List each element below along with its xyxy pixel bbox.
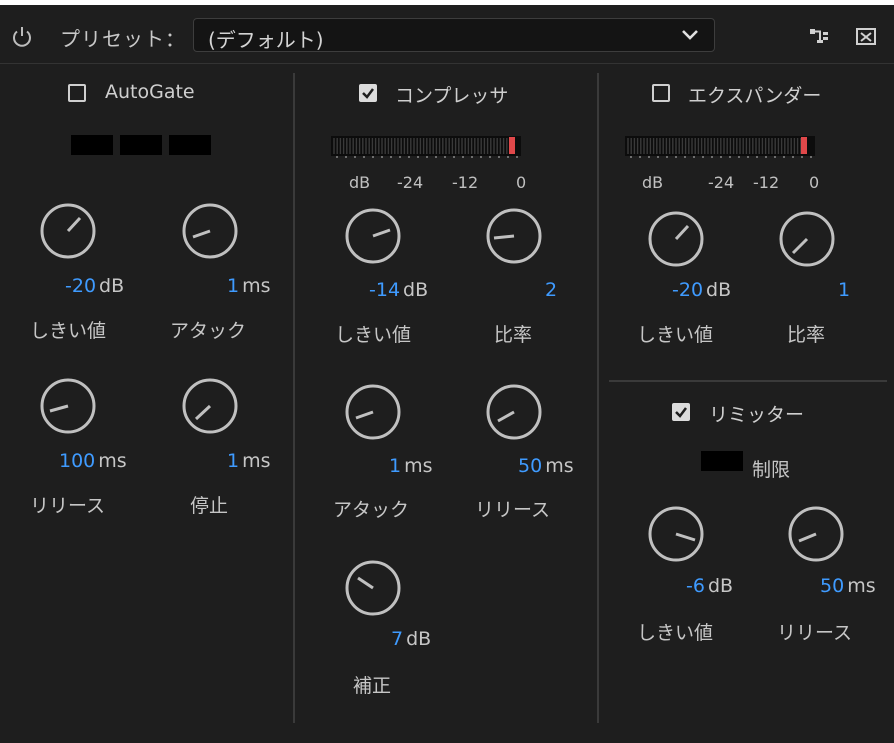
- expander-scale-12: -12: [753, 173, 780, 192]
- compressor-checkbox[interactable]: [359, 84, 377, 102]
- compressor-makeup-value[interactable]: 7 dB: [391, 628, 431, 650]
- autogate-attack-value[interactable]: 1 ms: [227, 275, 271, 297]
- limiter-release-value[interactable]: 50 ms: [820, 575, 876, 597]
- autogate-hold-label: 停止: [190, 495, 229, 517]
- dynamics-panel: プリセット： (デフォルト) AutoGate -20 dB しきい値 1 ms…: [0, 5, 894, 743]
- limiter-threshold-value[interactable]: -6 dB: [686, 575, 733, 597]
- compressor-threshold-value[interactable]: -14 dB: [369, 279, 428, 301]
- compressor-release-knob[interactable]: [486, 384, 542, 440]
- chevron-down-icon: [682, 30, 698, 40]
- compressor-scale-12: -12: [452, 173, 479, 192]
- limiter-title: リミッター: [709, 404, 805, 426]
- gate-indicator-1: [71, 135, 113, 155]
- compressor-scale-0: 0: [516, 173, 527, 192]
- expander-threshold-value[interactable]: -20 dB: [672, 279, 731, 301]
- autogate-release-value[interactable]: 100 ms: [59, 450, 127, 472]
- expander-scale-db: dB: [642, 173, 664, 192]
- compressor-attack-knob[interactable]: [345, 384, 401, 440]
- gate-indicator-2: [120, 135, 162, 155]
- compressor-attack-value[interactable]: 1 ms: [389, 455, 433, 477]
- autogate-hold-value[interactable]: 1 ms: [227, 450, 271, 472]
- autogate-hold-knob[interactable]: [182, 378, 238, 434]
- compressor-makeup-knob[interactable]: [345, 560, 401, 616]
- compressor-scale-24: -24: [397, 173, 424, 192]
- compressor-ratio-label: 比率: [494, 324, 533, 346]
- compressor-level-meter: [331, 136, 521, 158]
- limiter-release-label: リリース: [777, 622, 853, 644]
- autogate-title: AutoGate: [105, 81, 195, 103]
- compressor-scale-db: dB: [349, 173, 371, 192]
- limiter-threshold-label: しきい値: [637, 622, 714, 644]
- section-divider: [609, 380, 887, 382]
- limit-indicator: [701, 451, 743, 471]
- compressor-makeup-label: 補正: [353, 675, 392, 697]
- expander-ratio-label: 比率: [787, 324, 826, 346]
- preset-settings-icon[interactable]: [808, 25, 830, 47]
- compressor-ratio-knob[interactable]: [486, 208, 542, 264]
- preset-value: (デフォルト): [208, 28, 324, 52]
- expander-peak-marker: [801, 137, 807, 154]
- column-divider-1: [293, 73, 295, 723]
- limit-label: 制限: [752, 459, 791, 481]
- expander-checkbox[interactable]: [652, 84, 670, 102]
- autogate-threshold-knob[interactable]: [40, 203, 96, 259]
- expander-scale-0: 0: [809, 173, 820, 192]
- autogate-checkbox[interactable]: [68, 84, 86, 102]
- header-bar: プリセット： (デフォルト): [0, 5, 894, 64]
- power-icon[interactable]: [10, 25, 34, 49]
- limiter-checkbox[interactable]: [672, 403, 690, 421]
- compressor-title: コンプレッサ: [395, 85, 509, 107]
- expander-ratio-knob[interactable]: [779, 211, 835, 267]
- compressor-ratio-value[interactable]: 2: [545, 279, 557, 301]
- gate-indicator-3: [169, 135, 211, 155]
- compressor-release-label: リリース: [475, 499, 551, 521]
- column-divider-2: [597, 73, 599, 723]
- autogate-release-label: リリース: [30, 495, 106, 517]
- compressor-threshold-label: しきい値: [335, 324, 412, 346]
- compressor-peak-marker: [509, 137, 515, 154]
- autogate-attack-label: アタック: [170, 320, 247, 342]
- autogate-threshold-label: しきい値: [30, 320, 107, 342]
- compressor-attack-label: アタック: [333, 499, 410, 521]
- autogate-release-knob[interactable]: [40, 378, 96, 434]
- compressor-threshold-knob[interactable]: [345, 208, 401, 264]
- limiter-release-knob[interactable]: [788, 506, 844, 562]
- expander-threshold-label: しきい値: [637, 324, 714, 346]
- autogate-attack-knob[interactable]: [182, 203, 238, 259]
- expander-level-meter: [625, 136, 815, 158]
- preset-label: プリセット：: [60, 27, 186, 51]
- expander-scale-24: -24: [708, 173, 735, 192]
- limiter-threshold-knob[interactable]: [648, 506, 704, 562]
- autogate-threshold-value[interactable]: -20 dB: [65, 275, 124, 297]
- expander-threshold-knob[interactable]: [648, 211, 704, 267]
- close-panel-icon[interactable]: [855, 25, 877, 47]
- preset-dropdown[interactable]: (デフォルト): [193, 18, 715, 52]
- expander-ratio-value[interactable]: 1: [838, 279, 850, 301]
- expander-title: エクスパンダー: [688, 85, 822, 107]
- compressor-release-value[interactable]: 50 ms: [518, 455, 574, 477]
